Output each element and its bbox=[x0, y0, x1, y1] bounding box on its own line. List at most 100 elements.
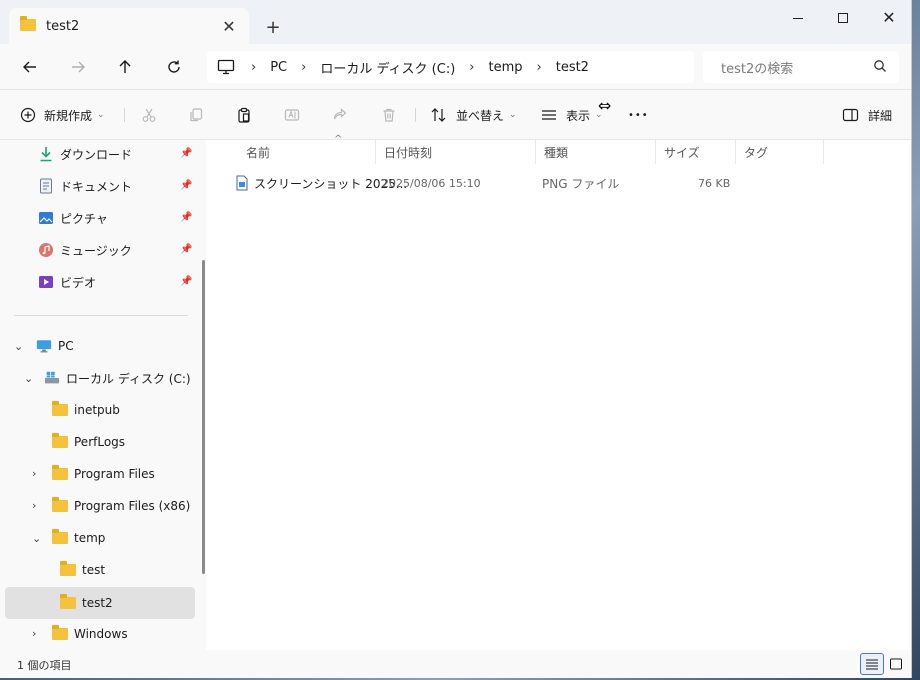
sort-label: 並べ替え bbox=[456, 108, 505, 123]
sidebar-item-label: test2 bbox=[82, 596, 113, 610]
column-header-name[interactable]: 名前 ^ bbox=[238, 134, 376, 164]
sidebar-item-label: PC bbox=[58, 339, 74, 353]
column-label: 種類 bbox=[544, 145, 569, 160]
delete-button[interactable] bbox=[378, 104, 400, 126]
chevron-down-icon[interactable]: ⌄ bbox=[24, 372, 33, 385]
chevron-right-icon[interactable]: › bbox=[32, 467, 36, 480]
tiles-view-button[interactable] bbox=[884, 653, 908, 675]
folder-icon bbox=[52, 433, 68, 450]
breadcrumb-local-disk[interactable]: ローカル ディスク (C:) bbox=[320, 58, 455, 77]
column-label: サイズ bbox=[664, 145, 700, 160]
scissors-icon bbox=[142, 108, 156, 122]
breadcrumb-separator: › bbox=[536, 59, 542, 75]
sidebar-item-documents[interactable]: ドキュメント bbox=[38, 172, 132, 200]
sidebar-item-test2[interactable]: test2 bbox=[60, 589, 113, 617]
list-view-icon bbox=[866, 659, 878, 670]
sidebar-item-windows[interactable]: Windows bbox=[52, 620, 128, 648]
file-list: 名前 ^ 日付時刻 種類 サイズ タグ スクリーンショット 2025... 20… bbox=[206, 134, 911, 650]
breadcrumb[interactable]: › PC › ローカル ディスク (C:) › temp › test2 bbox=[207, 51, 694, 83]
up-button[interactable] bbox=[113, 55, 137, 79]
chevron-right-icon[interactable]: › bbox=[32, 627, 36, 640]
chevron-down-icon[interactable]: ⌄ bbox=[32, 532, 41, 545]
table-row[interactable]: スクリーンショット 2025... 2025/08/06 15:10 PNG フ… bbox=[230, 170, 850, 196]
sidebar-item-downloads[interactable]: ダウンロード bbox=[38, 140, 132, 168]
sidebar-item-label: inetpub bbox=[74, 403, 120, 417]
details-view-button[interactable] bbox=[860, 653, 884, 675]
more-options-button[interactable]: ••• bbox=[628, 104, 649, 126]
pin-icon[interactable]: 📌 bbox=[180, 244, 192, 255]
details-label: 詳細 bbox=[868, 108, 893, 123]
maximize-button[interactable] bbox=[820, 4, 866, 32]
sidebar-item-program-files-x86[interactable]: Program Files (x86) bbox=[52, 492, 190, 520]
view-list-icon bbox=[542, 110, 556, 120]
sidebar-item-pictures[interactable]: ピクチャ bbox=[38, 204, 108, 232]
resize-cursor-icon: ⇔ bbox=[598, 96, 612, 115]
folder-icon bbox=[20, 15, 36, 34]
sidebar-scrollbar[interactable] bbox=[202, 260, 205, 574]
sidebar-item-label: ミュージック bbox=[60, 243, 132, 258]
search-input[interactable]: test2の検索 bbox=[703, 51, 899, 83]
close-window-button[interactable]: ✕ bbox=[866, 4, 911, 32]
sidebar-item-label: ドキュメント bbox=[60, 179, 133, 194]
breadcrumb-temp[interactable]: temp bbox=[489, 60, 523, 75]
minimize-icon bbox=[793, 17, 803, 19]
forward-button[interactable] bbox=[66, 55, 90, 79]
arrow-right-icon bbox=[72, 61, 85, 73]
column-header-type[interactable]: 種類 bbox=[536, 140, 656, 164]
rename-button[interactable] bbox=[281, 104, 303, 126]
arrow-left-icon bbox=[23, 61, 36, 73]
minimize-button[interactable] bbox=[775, 4, 821, 32]
sidebar-item-local-disk[interactable]: ローカル ディスク (C:) bbox=[44, 364, 191, 392]
close-icon: ✕ bbox=[882, 8, 896, 27]
sidebar-item-test[interactable]: test bbox=[60, 556, 105, 584]
clipboard-icon bbox=[238, 107, 250, 123]
sidebar-item-videos[interactable]: ビデオ bbox=[38, 268, 96, 296]
sidebar-item-music[interactable]: ミュージック bbox=[38, 236, 132, 264]
breadcrumb-pc[interactable]: PC bbox=[270, 60, 287, 75]
divider bbox=[415, 108, 416, 122]
sidebar-item-label: test bbox=[82, 563, 106, 577]
details-pane-button[interactable]: 詳細 bbox=[842, 104, 892, 126]
file-type-cell: PNG ファイル bbox=[542, 176, 620, 191]
column-header-size[interactable]: サイズ bbox=[656, 140, 736, 164]
pin-icon[interactable]: 📌 bbox=[180, 180, 192, 191]
paste-button[interactable] bbox=[233, 104, 255, 126]
chevron-down-icon[interactable]: ⌄ bbox=[14, 340, 23, 353]
pin-icon[interactable]: 📌 bbox=[180, 276, 192, 287]
document-icon bbox=[38, 178, 54, 194]
status-bar: 1 個の項目 bbox=[0, 650, 911, 678]
sidebar-item-temp[interactable]: temp bbox=[52, 524, 105, 552]
new-label: 新規作成 bbox=[44, 108, 93, 123]
image-file-icon bbox=[236, 175, 248, 191]
column-label: 名前 bbox=[246, 145, 271, 160]
sidebar-item-program-files[interactable]: Program Files bbox=[52, 460, 155, 488]
folder-icon bbox=[52, 497, 68, 514]
sidebar-item-inetpub[interactable]: inetpub bbox=[52, 396, 120, 424]
column-header-tags[interactable]: タグ bbox=[736, 140, 824, 164]
share-button[interactable] bbox=[329, 104, 351, 126]
refresh-button[interactable] bbox=[162, 55, 186, 79]
sort-button[interactable]: 並べ替え ⌄ bbox=[430, 104, 517, 126]
back-button[interactable] bbox=[18, 55, 42, 79]
search-placeholder: test2の検索 bbox=[721, 61, 794, 77]
new-tab-button[interactable]: + bbox=[262, 16, 284, 38]
tiles-view-icon bbox=[890, 658, 902, 670]
tab-test2[interactable]: test2 ✕ bbox=[9, 8, 249, 44]
copy-button[interactable] bbox=[185, 104, 207, 126]
column-header-date[interactable]: 日付時刻 bbox=[376, 140, 536, 164]
sidebar-item-pc[interactable]: PC bbox=[36, 332, 74, 360]
breadcrumb-test2[interactable]: test2 bbox=[556, 60, 589, 75]
close-tab-button[interactable]: ✕ bbox=[219, 16, 239, 36]
new-button[interactable]: 新規作成 ⌄ bbox=[20, 104, 105, 126]
sidebar-item-perflogs[interactable]: PerfLogs bbox=[52, 428, 125, 456]
view-button[interactable]: 表示 ⌄ bbox=[540, 104, 603, 126]
trash-icon bbox=[383, 108, 395, 122]
folder-icon bbox=[52, 625, 68, 642]
cut-button[interactable] bbox=[138, 104, 160, 126]
divider bbox=[124, 108, 125, 122]
pin-icon[interactable]: 📌 bbox=[180, 148, 192, 159]
search-icon bbox=[874, 60, 886, 72]
file-explorer-window: test2 ✕ + ✕ › PC › ローカル ディスク (C:) › temp bbox=[0, 0, 912, 678]
pin-icon[interactable]: 📌 bbox=[180, 212, 192, 223]
chevron-right-icon[interactable]: › bbox=[32, 499, 36, 512]
